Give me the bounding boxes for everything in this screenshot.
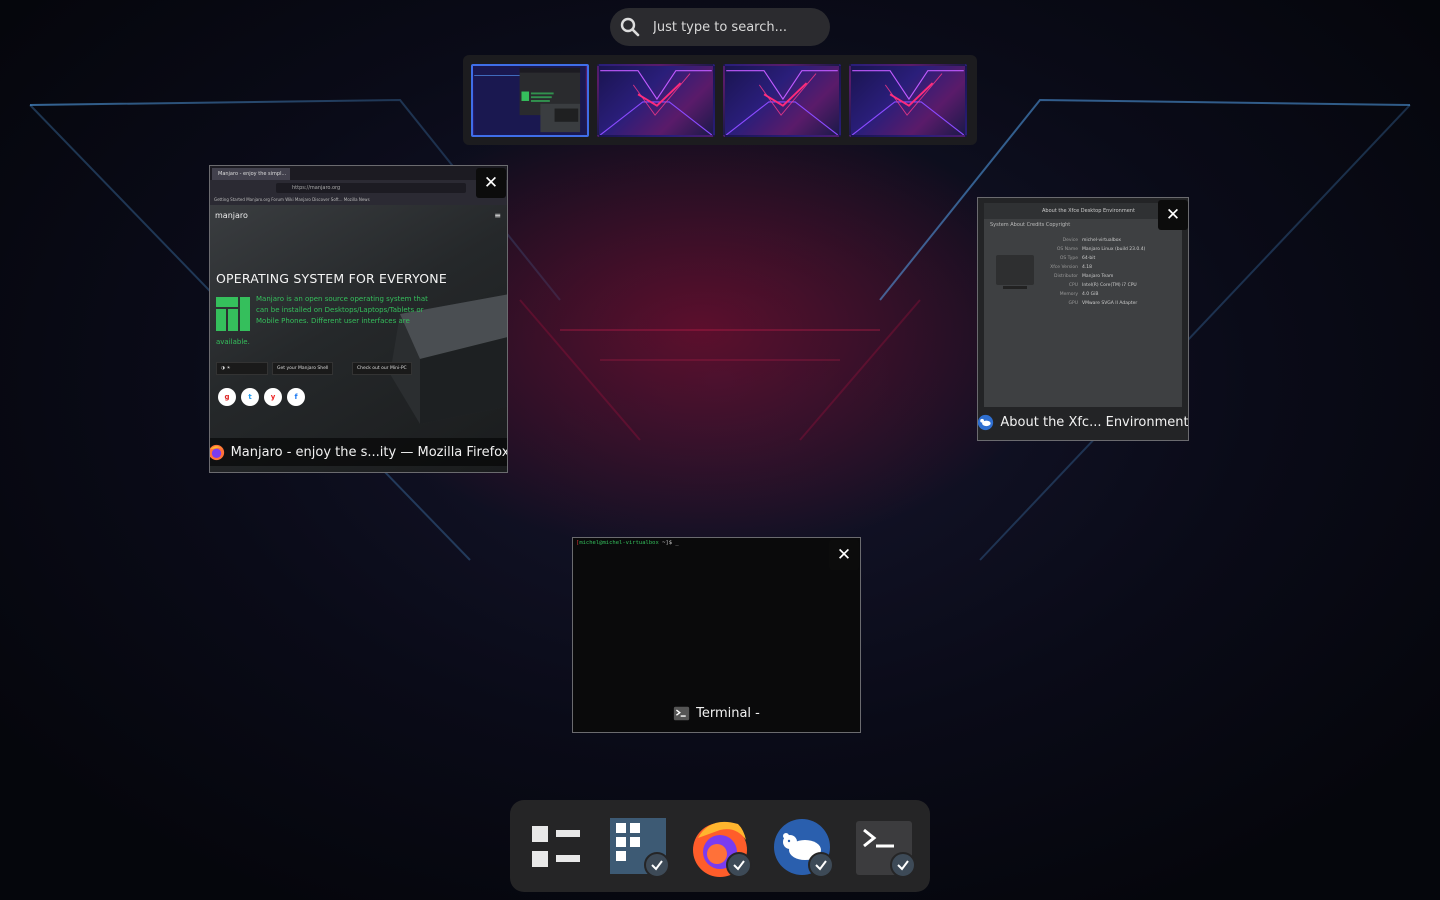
- workspace-thumbnail-1[interactable]: [471, 64, 589, 137]
- monitor-stand: [1003, 286, 1027, 289]
- list-icon: [532, 826, 580, 867]
- about-row: Device michel-virtualbox: [1062, 238, 1122, 243]
- twitter-icon: t: [241, 388, 259, 406]
- firefox-icon: [210, 444, 224, 460]
- page-description-tail: available.: [216, 338, 250, 346]
- window-caption: Manjaro - enjoy the s...ity — Mozilla Fi…: [210, 438, 507, 466]
- firefox-tab: Manjaro - enjoy the simpl...: [212, 168, 290, 180]
- about-row: OS Name Manjaro Linux (build 23.0.4): [1056, 247, 1146, 252]
- xfce-icon: [978, 414, 994, 430]
- running-check-icon: [890, 852, 916, 878]
- social-icon: g: [218, 388, 236, 406]
- terminal-icon: [673, 706, 690, 720]
- running-check-icon: [726, 852, 752, 878]
- close-icon[interactable]: ✕: [829, 540, 859, 570]
- window-caption: About the Xfc... Environment: [978, 408, 1188, 436]
- page-description: Manjaro is an open source operating syst…: [256, 295, 428, 325]
- about-header: About the Xfce Desktop Environment: [984, 203, 1182, 219]
- window-firefox[interactable]: Manjaro - enjoy the simpl... https://man…: [209, 165, 508, 473]
- window-title: Manjaro - enjoy the s...ity — Mozilla Fi…: [230, 444, 508, 460]
- about-row: Memory 4.0 GiB: [1059, 292, 1099, 297]
- xfce-about-launcher[interactable]: [772, 818, 834, 878]
- about-row: GPU VMware SVGA II Adapter: [1068, 301, 1138, 306]
- hamburger-icon: ≡: [494, 211, 501, 220]
- terminal-prompt: [michel@michel-virtualbox ~]$ _: [576, 540, 679, 546]
- show-apps-button[interactable]: [526, 818, 586, 878]
- workspace-thumbnail-3[interactable]: [723, 64, 841, 137]
- close-icon[interactable]: ✕: [476, 168, 506, 198]
- about-row: OS Type 64-bit: [1059, 256, 1096, 261]
- window-about-xfce[interactable]: About the Xfce Desktop Environment Syste…: [977, 197, 1189, 441]
- page-button-shell: Get your Manjaro Shell: [272, 362, 334, 375]
- firefox-url: https://manjaro.org: [276, 183, 466, 193]
- page-button-toggle: ◑ ☀: [216, 362, 268, 375]
- about-tabs: System About Credits Copyright: [990, 222, 1071, 228]
- search-input[interactable]: [645, 10, 823, 44]
- firefox-bookmarks: Getting Started Manjaro.org Forum Wiki M…: [210, 195, 507, 205]
- monitor-icon: [996, 255, 1034, 285]
- window-terminal[interactable]: [michel@michel-virtualbox ~]$ _ Terminal…: [572, 537, 861, 733]
- running-check-icon: [644, 852, 670, 878]
- running-check-icon: [808, 852, 834, 878]
- about-row: Xfce Version 4.18: [1050, 265, 1093, 270]
- workspace-thumbnail-4[interactable]: [849, 64, 967, 137]
- about-row: CPU Intel(R) Core(TM) i7 CPU: [1068, 283, 1137, 288]
- about-row: Distributor Manjaro Team: [1053, 274, 1114, 279]
- manjaro-logo-icon: [216, 297, 250, 331]
- facebook-icon: f: [287, 388, 305, 406]
- manjaro-brand: manjaro: [215, 211, 248, 220]
- search-icon: [620, 17, 640, 37]
- page-headline: OPERATING SYSTEM FOR EVERYONE: [216, 271, 447, 286]
- close-icon[interactable]: ✕: [1158, 200, 1188, 230]
- terminal-launcher[interactable]: [854, 818, 916, 878]
- window-manager-button[interactable]: [608, 818, 670, 878]
- firefox-launcher[interactable]: [690, 818, 752, 878]
- window-title: About the Xfc... Environment: [1000, 414, 1189, 430]
- window-caption: Terminal -: [573, 699, 860, 727]
- youtube-icon: y: [264, 388, 282, 406]
- page-button-minipc: Check out our Mini-PC: [352, 362, 412, 375]
- window-title: Terminal -: [696, 705, 760, 721]
- workspace-thumbnail-2[interactable]: [597, 64, 715, 137]
